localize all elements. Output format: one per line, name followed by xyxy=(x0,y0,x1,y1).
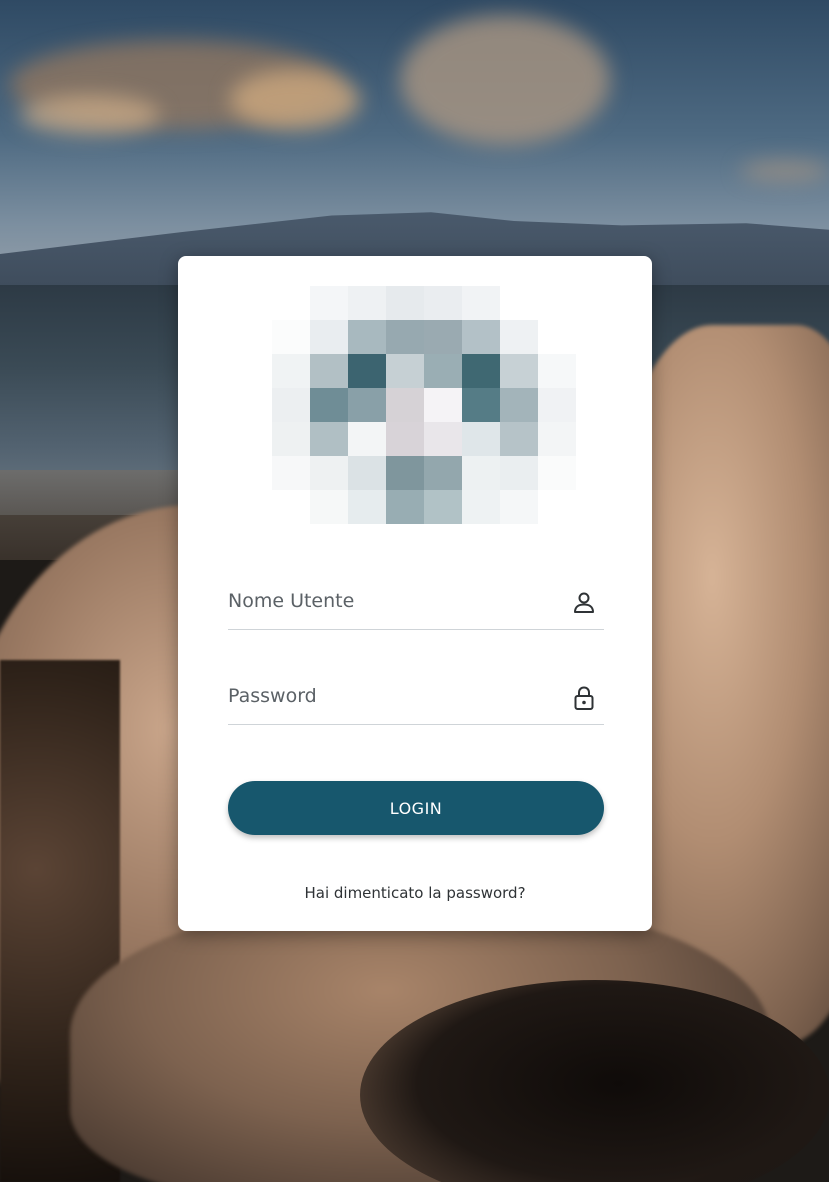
pixelated-logo xyxy=(272,286,576,530)
username-input[interactable] xyxy=(228,574,548,628)
lock-icon xyxy=(574,686,594,710)
login-card: LOGIN Hai dimenticato la password? xyxy=(178,256,652,931)
login-page: LOGIN Hai dimenticato la password? xyxy=(0,0,829,1182)
user-icon xyxy=(574,592,594,613)
password-input[interactable] xyxy=(228,669,548,723)
login-button[interactable]: LOGIN xyxy=(228,781,604,835)
username-field xyxy=(228,574,604,630)
password-field xyxy=(228,669,604,725)
forgot-password-link[interactable]: Hai dimenticato la password? xyxy=(178,884,652,902)
